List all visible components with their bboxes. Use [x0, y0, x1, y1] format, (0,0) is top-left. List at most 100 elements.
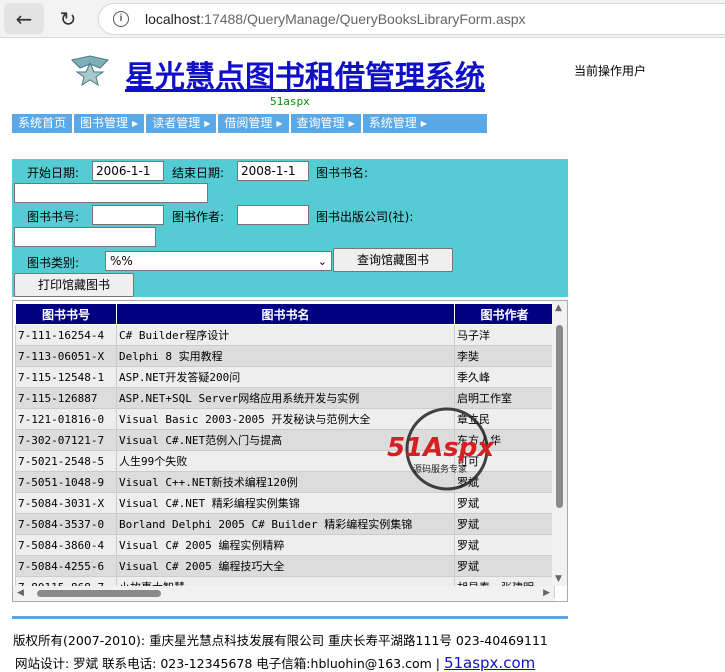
scroll-down-icon[interactable]: ▼ — [555, 574, 562, 584]
cell-book-no: 7-302-07121-7 — [15, 429, 117, 451]
table-row[interactable]: 7-115-12548-1 ASP.NET开发答疑200问 季久峰 — [15, 366, 555, 388]
cell-author: 罗斌 — [454, 492, 555, 514]
author-input[interactable] — [237, 205, 309, 225]
triangle-right-icon: ▶ — [204, 119, 211, 128]
start-date-label: 开始日期: — [27, 166, 80, 180]
cell-book-no: 7-5021-2548-5 — [15, 450, 117, 472]
url-host: localhost — [145, 11, 201, 27]
watermark-caption: 源码服务专家 — [413, 463, 467, 475]
browser-toolbar: ← ↻ i localhost:17488/QueryManage/QueryB… — [0, 0, 725, 38]
book-no-label: 图书书号: — [27, 210, 80, 224]
back-button[interactable]: ← — [4, 3, 44, 34]
cell-book-no: 7-5084-3860-4 — [15, 534, 117, 556]
scroll-right-icon[interactable]: ▶ — [543, 588, 550, 598]
horizontal-scroll-thumb[interactable] — [37, 590, 161, 597]
menu-item-label: 系统首页 — [18, 116, 67, 130]
cell-book-name: C# Builder程序设计 — [116, 324, 455, 346]
cell-author: 李奘 — [454, 345, 555, 367]
current-user-label: 当前操作用户 — [574, 64, 647, 78]
footer-contact-text: 网站设计: 罗斌 联系电话: 023-12345678 电子信箱:hbluohi… — [15, 656, 440, 671]
cell-author: 罗斌 — [454, 555, 555, 577]
menu-item-system[interactable]: 系统管理 ▶ — [363, 114, 433, 133]
table-row[interactable]: 7-5084-3031-X Visual C#.NET 精彩编程实例集锦 罗斌 — [15, 492, 555, 514]
triangle-right-icon: ▶ — [420, 119, 427, 128]
cell-book-no: 7-121-01816-0 — [15, 408, 117, 430]
footer-contact: 网站设计: 罗斌 联系电话: 023-12345678 电子信箱:hbluohi… — [15, 653, 535, 672]
table-row[interactable]: 7-113-06051-X Delphi 8 实用教程 李奘 — [15, 345, 555, 367]
search-books-button[interactable]: 查询馆藏图书 — [333, 248, 453, 272]
cell-book-no: 7-115-126887 — [15, 387, 117, 409]
author-label: 图书作者: — [172, 210, 225, 224]
print-books-button[interactable]: 打印馆藏图书 — [14, 273, 134, 297]
column-header-author: 图书作者 — [454, 303, 555, 325]
query-panel: 开始日期: 2006-1-1 结束日期: 2008-1-1 图书书名: 图书书号… — [12, 159, 568, 297]
logo-icon — [71, 55, 109, 86]
end-date-label: 结束日期: — [172, 166, 225, 180]
end-date-input[interactable]: 2008-1-1 — [237, 161, 309, 181]
table-header-row: 图书书号 图书书名 图书作者 — [15, 303, 555, 325]
menu-item-query[interactable]: 查询管理 ▶ — [291, 114, 363, 133]
url-path: :17488/QueryManage/QueryBooksLibraryForm… — [200, 11, 526, 27]
watermark-brand: 51Aspx — [387, 433, 495, 463]
triangle-right-icon: ▶ — [276, 119, 283, 128]
cell-book-name: Visual C# 2005 编程技巧大全 — [116, 555, 455, 577]
page-subtitle: 51aspx — [270, 95, 310, 108]
menu-item-label: 查询管理 — [296, 116, 345, 130]
publisher-input[interactable] — [14, 227, 156, 247]
book-no-input[interactable] — [92, 205, 164, 225]
address-bar[interactable]: i localhost:17488/QueryManage/QueryBooks… — [98, 3, 725, 35]
scroll-left-icon[interactable]: ◀ — [17, 588, 24, 598]
book-name-label: 图书书名: — [316, 166, 369, 180]
menu-item-home[interactable]: 系统首页 — [12, 114, 75, 133]
cell-book-no: 7-115-12548-1 — [15, 366, 117, 388]
footer-brand-link[interactable]: 51aspx.com — [444, 654, 535, 672]
menu-item-label: 系统管理 — [368, 116, 417, 130]
cell-book-name: Visual C#.NET 精彩编程实例集锦 — [116, 492, 455, 514]
category-select[interactable]: %% ⌄ — [105, 251, 332, 271]
table-row[interactable]: 7-5084-3537-0 Borland Delphi 2005 C# Buil… — [15, 513, 555, 535]
scroll-up-icon[interactable]: ▲ — [555, 303, 562, 313]
menu-item-label: 读者管理 — [152, 116, 201, 130]
reload-button[interactable]: ↻ — [48, 3, 88, 34]
info-icon[interactable]: i — [113, 11, 129, 27]
cell-book-name: Delphi 8 实用教程 — [116, 345, 455, 367]
category-label: 图书类别: — [27, 256, 80, 270]
cell-book-no: 7-5084-3031-X — [15, 492, 117, 514]
menu-item-readers[interactable]: 读者管理 ▶ — [146, 114, 219, 133]
book-name-input[interactable] — [14, 183, 208, 203]
cell-author: 罗斌 — [454, 534, 555, 556]
footer-divider — [12, 616, 568, 619]
column-header-book-name: 图书书名 — [116, 303, 455, 325]
cell-book-name: ASP.NET开发答疑200问 — [116, 366, 455, 388]
main-menu: 系统首页 图书管理 ▶ 读者管理 ▶ 借阅管理 ▶ 查询管理 ▶ 系统管理 ▶ — [12, 114, 487, 133]
menu-item-books[interactable]: 图书管理 ▶ — [74, 114, 147, 133]
cell-book-name: Borland Delphi 2005 C# Builder 精彩编程实例集锦 — [116, 513, 455, 535]
vertical-scroll-thumb[interactable] — [556, 325, 563, 508]
start-date-input[interactable]: 2006-1-1 — [92, 161, 164, 181]
cell-author: 马子洋 — [454, 324, 555, 346]
table-row[interactable]: 7-5084-3860-4 Visual C# 2005 编程实例精粹 罗斌 — [15, 534, 555, 556]
table-row[interactable]: 7-111-16254-4 C# Builder程序设计 马子洋 — [15, 324, 555, 346]
triangle-right-icon: ▶ — [348, 119, 355, 128]
cell-book-no: 7-113-06051-X — [15, 345, 117, 367]
arrow-left-icon: ← — [15, 6, 33, 31]
menu-item-label: 借阅管理 — [224, 116, 273, 130]
vertical-scrollbar[interactable]: ▲ ▼ — [552, 301, 567, 586]
chevron-down-icon: ⌄ — [317, 255, 327, 268]
page-content: 星光慧点图书租借管理系统 51aspx 当前操作用户 系统首页 图书管理 ▶ 读者… — [0, 38, 725, 672]
triangle-right-icon: ▶ — [132, 119, 139, 128]
cell-author: 罗斌 — [454, 513, 555, 535]
horizontal-scrollbar[interactable]: ◀ ▶ — [13, 586, 554, 601]
page-title[interactable]: 星光慧点图书租借管理系统 — [125, 52, 485, 96]
cell-book-no: 7-5051-1048-9 — [15, 471, 117, 493]
cell-author: 季久峰 — [454, 366, 555, 388]
watermark-logo: 51Aspx 源码服务专家 — [387, 407, 495, 491]
menu-item-borrow[interactable]: 借阅管理 ▶ — [218, 114, 291, 133]
menu-item-label: 图书管理 — [80, 116, 129, 130]
cell-book-no: 7-5084-4255-6 — [15, 555, 117, 577]
publisher-label: 图书出版公司(社): — [316, 210, 414, 224]
cell-book-name: Visual C# 2005 编程实例精粹 — [116, 534, 455, 556]
column-header-book-no: 图书书号 — [15, 303, 117, 325]
cell-book-no: 7-5084-3537-0 — [15, 513, 117, 535]
table-row[interactable]: 7-5084-4255-6 Visual C# 2005 编程技巧大全 罗斌 — [15, 555, 555, 577]
